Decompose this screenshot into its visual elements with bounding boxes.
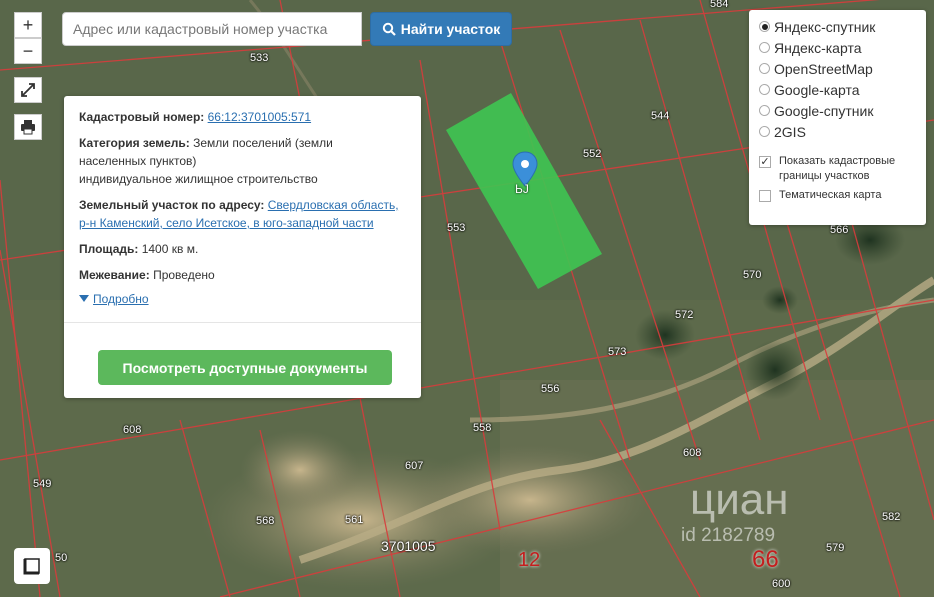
parcel-label: 582 bbox=[882, 511, 901, 523]
layer-label: OpenStreetMap bbox=[774, 60, 873, 77]
region-label: 66 bbox=[752, 546, 779, 573]
category-value-2: населенных пунктов) bbox=[79, 154, 197, 168]
search-input[interactable] bbox=[62, 12, 362, 46]
category-row: Категория земель: Земли поселений (земли… bbox=[79, 134, 407, 188]
layer-label: Яндекс-спутник bbox=[774, 18, 876, 35]
plus-icon: + bbox=[22, 14, 34, 35]
find-parcel-button[interactable]: Найти участок bbox=[370, 12, 512, 46]
print-button[interactable] bbox=[14, 114, 42, 140]
survey-value: Проведено bbox=[153, 268, 215, 282]
radio-icon bbox=[759, 126, 770, 137]
parcel-label: 579 bbox=[826, 542, 845, 554]
layer-option-yandex-satellite[interactable]: Яндекс-спутник bbox=[759, 16, 916, 37]
caret-down-icon bbox=[79, 295, 89, 302]
parcel-label: 570 bbox=[743, 269, 762, 281]
radio-icon bbox=[759, 84, 770, 95]
minus-icon: − bbox=[22, 40, 34, 61]
cadastral-number-link[interactable]: 66:12:3701005:571 bbox=[208, 110, 311, 124]
divider bbox=[64, 322, 421, 323]
layer-option-osm[interactable]: OpenStreetMap bbox=[759, 58, 916, 79]
search-icon bbox=[382, 22, 396, 36]
radio-icon bbox=[759, 105, 770, 116]
layers-panel: Яндекс-спутник Яндекс-карта OpenStreetMa… bbox=[749, 10, 926, 225]
parcel-label: 608 bbox=[123, 424, 142, 436]
printer-icon bbox=[21, 120, 35, 135]
map-pin-icon[interactable]: ЬJ bbox=[511, 150, 539, 198]
layer-option-yandex-map[interactable]: Яндекс-карта bbox=[759, 37, 916, 58]
parcel-label: 607 bbox=[405, 460, 424, 472]
parcel-label: 561 bbox=[345, 514, 364, 526]
category-label: Категория земель: bbox=[79, 136, 190, 150]
parcel-label: 584 bbox=[710, 0, 729, 10]
parcel-label: 549 bbox=[33, 478, 52, 490]
cadastral-row: Кадастровый номер: 66:12:3701005:571 bbox=[79, 108, 407, 126]
checkmark-icon: ✓ bbox=[759, 155, 771, 168]
layer-label: 2GIS bbox=[774, 123, 806, 140]
category-value: Земли поселений (земли bbox=[193, 136, 333, 150]
zoom-out-button[interactable]: − bbox=[14, 38, 42, 64]
layer-label: Яндекс-карта bbox=[774, 39, 862, 56]
layer-label: Google-спутник bbox=[774, 102, 874, 119]
find-parcel-label: Найти участок bbox=[400, 21, 501, 37]
radio-icon bbox=[759, 63, 770, 74]
parcel-label: 50 bbox=[55, 552, 68, 564]
layer-label: Google-карта bbox=[774, 81, 860, 98]
watermark-brand: циан bbox=[690, 475, 789, 524]
parcel-label: 553 bbox=[447, 222, 466, 234]
details-toggle[interactable]: Подробно bbox=[79, 290, 407, 308]
parcel-label: 608 bbox=[683, 447, 702, 459]
watermark-id: id 2182789 bbox=[681, 525, 776, 546]
parcel-label: 558 bbox=[473, 422, 492, 434]
parcel-label: 533 bbox=[250, 52, 269, 64]
expand-icon bbox=[21, 83, 35, 97]
parcel-label: 600 bbox=[772, 578, 791, 590]
radio-icon bbox=[759, 21, 770, 32]
thematic-map-checkbox[interactable]: Тематическая карта bbox=[759, 188, 916, 203]
survey-row: Межевание: Проведено bbox=[79, 266, 407, 284]
area-row: Площадь: 1400 кв м. bbox=[79, 240, 407, 258]
address-label: Земельный участок по адресу: bbox=[79, 198, 265, 212]
area-label: Площадь: bbox=[79, 242, 139, 256]
checkbox-icon bbox=[759, 190, 771, 202]
fullscreen-button[interactable] bbox=[14, 77, 42, 103]
parcel-label: 572 bbox=[675, 309, 694, 321]
block-label: 3701005 bbox=[381, 538, 436, 554]
address-row: Земельный участок по адресу: Свердловска… bbox=[79, 196, 407, 232]
parcel-label: 552 bbox=[583, 148, 602, 160]
layers-toggle-button[interactable] bbox=[14, 548, 50, 584]
survey-label: Межевание: bbox=[79, 268, 150, 282]
parcel-info-popup: Кадастровый номер: 66:12:3701005:571 Кат… bbox=[64, 96, 421, 398]
parcel-label: 556 bbox=[541, 383, 560, 395]
parcel-label: 544 bbox=[651, 110, 670, 122]
show-borders-label: Показать кадастровые границы участков bbox=[779, 155, 896, 182]
cadastral-label: Кадастровый номер: bbox=[79, 110, 205, 124]
category-value-3: индивидуальное жилищное строительство bbox=[79, 172, 318, 186]
layer-option-2gis[interactable]: 2GIS bbox=[759, 121, 916, 142]
parcel-label: 566 bbox=[830, 224, 849, 236]
layer-option-google-satellite[interactable]: Google-спутник bbox=[759, 100, 916, 121]
thematic-map-label: Тематическая карта bbox=[779, 189, 882, 201]
details-link[interactable]: Подробно bbox=[93, 290, 149, 308]
show-borders-checkbox[interactable]: ✓ Показать кадастровые границы участков bbox=[759, 154, 916, 184]
view-documents-button[interactable]: Посмотреть доступные документы bbox=[98, 350, 392, 385]
area-value: 1400 кв м. bbox=[141, 242, 199, 256]
pin-label: ЬJ bbox=[515, 182, 529, 196]
corner-frame-icon bbox=[23, 558, 40, 575]
zoom-in-button[interactable]: + bbox=[14, 12, 42, 38]
radio-icon bbox=[759, 42, 770, 53]
layer-option-google-map[interactable]: Google-карта bbox=[759, 79, 916, 100]
district-label: 12 bbox=[518, 549, 541, 571]
parcel-label: 573 bbox=[608, 346, 627, 358]
parcel-label: 568 bbox=[256, 515, 275, 527]
